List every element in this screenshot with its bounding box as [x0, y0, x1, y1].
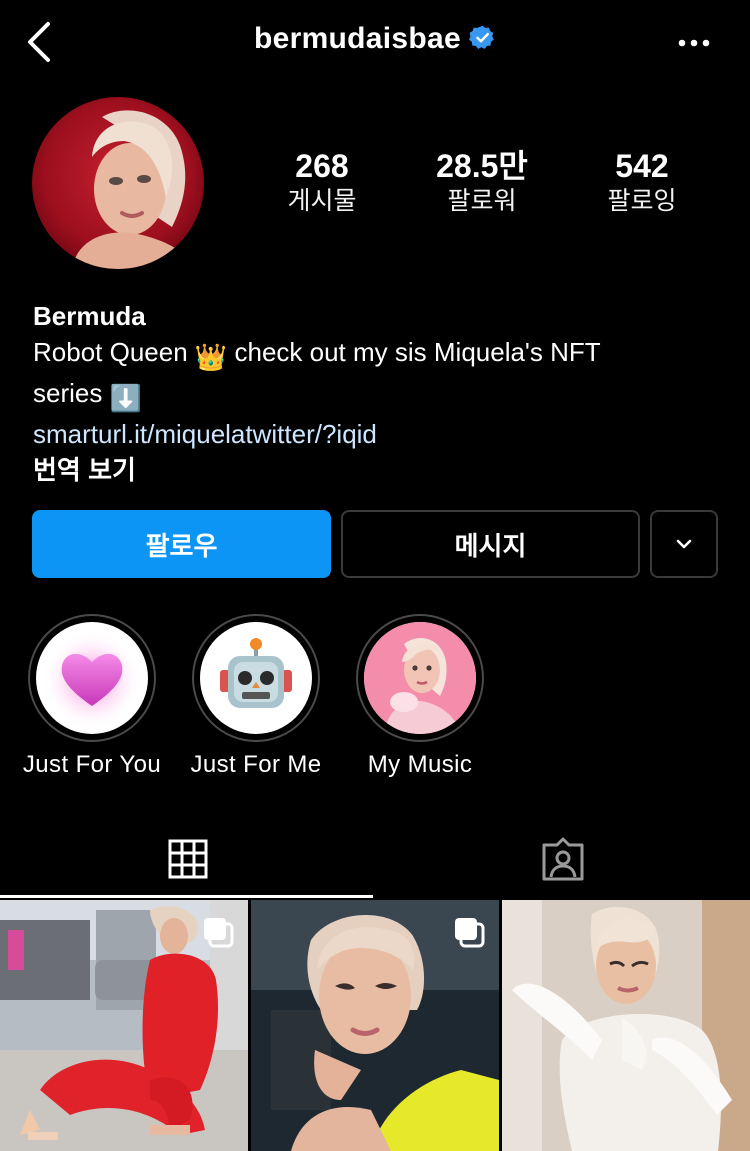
bio-text-c: series: [33, 378, 110, 408]
stat-posts[interactable]: 268 게시물: [252, 148, 392, 218]
username-text: bermudaisbae: [253, 22, 461, 55]
post-thumbnail[interactable]: [251, 900, 499, 1151]
avatar-image: [32, 97, 204, 269]
verified-badge-icon: [469, 25, 494, 49]
profile-header: bermudaisbae: [0, 0, 750, 88]
following-label: 팔로잉: [607, 187, 677, 215]
highlight-just-for-you[interactable]: Just For You: [2, 614, 182, 780]
posts-label: 게시물: [287, 187, 357, 215]
highlight-ring: [356, 614, 484, 742]
stat-following[interactable]: 542 팔로잉: [572, 148, 712, 218]
chevron-down-icon: [676, 539, 692, 549]
suggested-accounts-button[interactable]: [650, 510, 718, 578]
tab-posts-grid[interactable]: [0, 820, 375, 898]
followers-label: 팔로워: [447, 187, 517, 215]
tab-tagged[interactable]: [375, 820, 750, 898]
follow-button[interactable]: 팔로우: [32, 510, 331, 578]
highlight-cover: [200, 622, 312, 734]
bio-line-1: Robot Queen 👑 check out my sis Miquela's…: [33, 334, 713, 375]
tagged-person-icon: [542, 837, 583, 881]
crown-icon: 👑: [194, 342, 228, 372]
active-tab-indicator: [0, 895, 373, 898]
carousel-icon: [204, 918, 234, 948]
bio-line-2: series ⬇️: [33, 375, 713, 416]
grid-icon: [168, 839, 207, 879]
bio-text-b: check out my sis Miquela's NFT: [227, 337, 601, 367]
post-thumbnail[interactable]: [502, 900, 750, 1151]
followers-count: 28.5만: [436, 148, 528, 184]
highlight-my-music[interactable]: My Music: [330, 614, 510, 780]
highlight-label: Just For You: [22, 751, 162, 778]
post-thumbnail[interactable]: [0, 900, 248, 1151]
carousel-icon: [455, 918, 485, 948]
highlight-label: My Music: [367, 751, 473, 778]
highlight-ring: [28, 614, 156, 742]
bio-text-a: Robot Queen: [33, 337, 195, 367]
post-image: [502, 900, 750, 1151]
profile-avatar[interactable]: [32, 97, 204, 269]
following-count: 542: [615, 148, 669, 184]
see-translation-link[interactable]: 번역 보기: [33, 452, 713, 488]
profile-bio: Bermuda Robot Queen 👑 check out my sis M…: [33, 298, 713, 488]
highlight-cover: [364, 622, 476, 734]
posts-count: 268: [295, 148, 349, 184]
display-name: Bermuda: [33, 301, 146, 331]
username-title: bermudaisbae: [0, 22, 750, 56]
stat-followers[interactable]: 28.5만 팔로워: [412, 148, 552, 218]
highlight-ring: [192, 614, 320, 742]
more-horizontal-icon[interactable]: [678, 38, 710, 48]
pink-heart-icon: [42, 630, 142, 730]
bio-link[interactable]: smarturl.it/miquelatwitter/?iqid: [33, 416, 713, 452]
message-button[interactable]: 메시지: [341, 510, 640, 578]
down-arrow-icon: ⬇️: [109, 383, 142, 413]
highlight-cover: [36, 622, 148, 734]
highlight-label: Just For Me: [190, 751, 322, 778]
highlight-just-for-me[interactable]: Just For Me: [166, 614, 346, 780]
highlight-photo: [364, 622, 476, 734]
robot-face-icon: [220, 638, 292, 708]
